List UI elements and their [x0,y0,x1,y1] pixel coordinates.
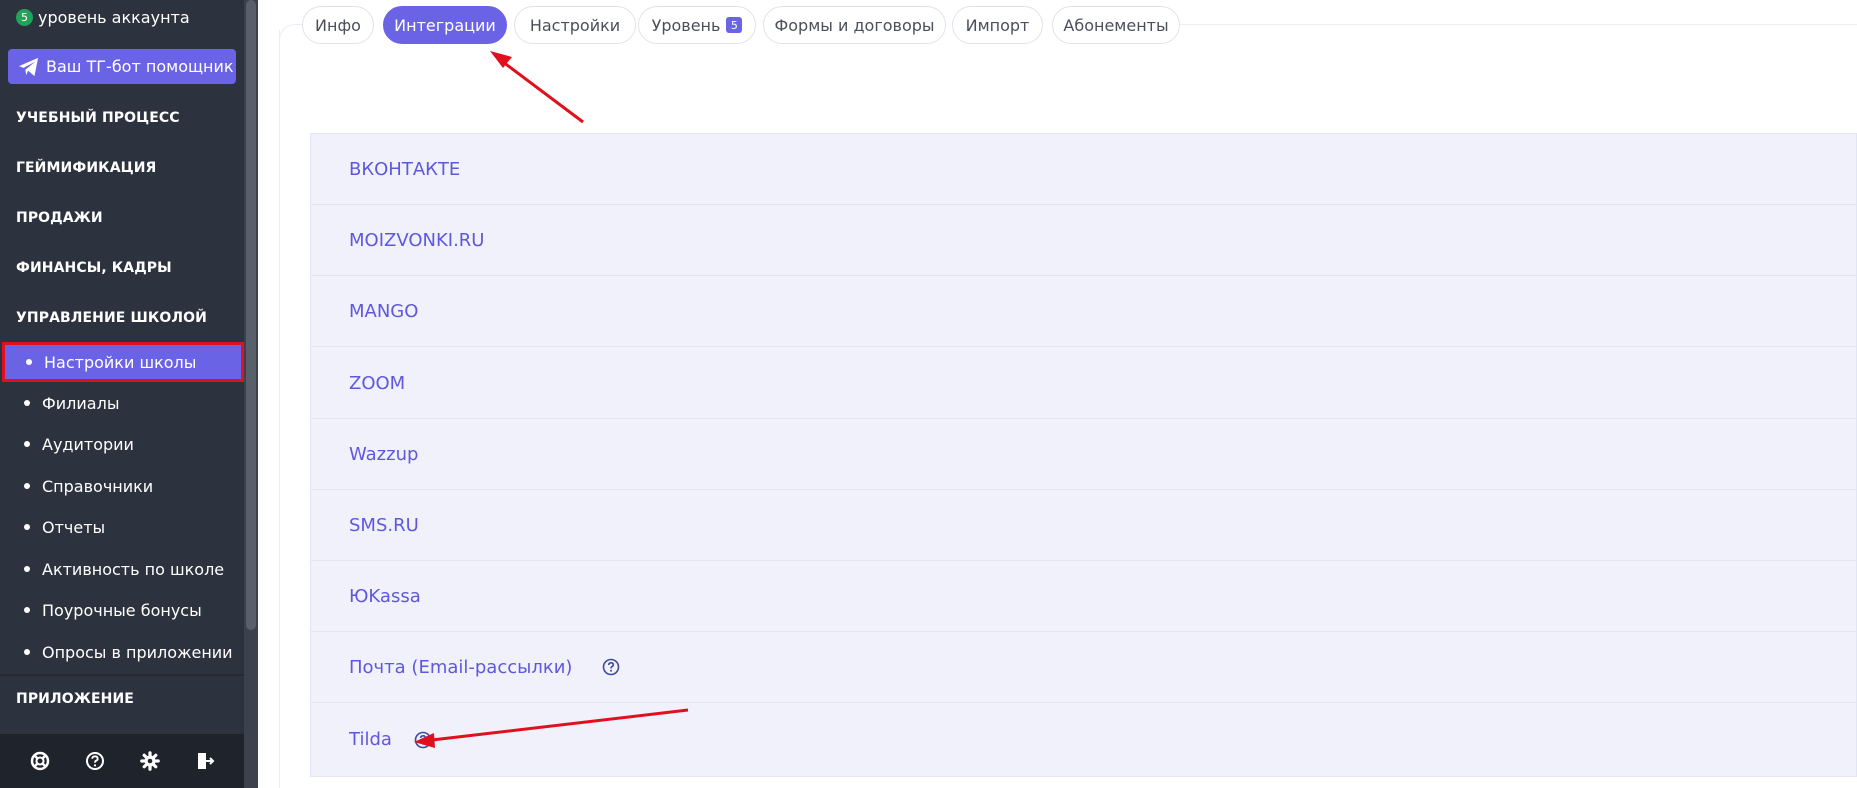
sidebar-item-label: Отчеты [42,517,106,537]
gear-icon[interactable] [139,750,161,772]
sidebar-item-classrooms[interactable]: Аудитории [0,425,244,463]
bullet [24,441,30,447]
integration-label: ЮKassa [349,585,421,607]
tabs-frame-line [1180,24,1857,25]
sidebar-item-lesson-bonuses[interactable]: Поурочные бонусы [0,591,244,629]
account-level-label: уровень аккаунта [38,7,190,27]
sidebar-section-app[interactable]: ПРИЛОЖЕНИЕ [16,691,134,707]
help-icon[interactable] [602,658,620,676]
tab-info[interactable]: Инфо [302,6,374,44]
content-frame-corner [279,24,304,49]
integration-email[interactable]: Почта (Email-рассылки) [311,632,1856,703]
integration-tilda[interactable]: Tilda [311,704,1856,775]
telegram-icon [19,57,39,76]
sidebar-item-label: Поурочные бонусы [42,600,202,620]
sidebar-section-gamification[interactable]: ГЕЙМИФИКАЦИЯ [16,160,156,176]
integration-moizvonki[interactable]: MOIZVONKI.RU [311,205,1856,276]
bullet [24,649,30,655]
support-icon[interactable] [29,750,51,772]
integration-label: MOIZVONKI.RU [349,229,485,251]
bullet [24,566,30,572]
integration-yukassa[interactable]: ЮKassa [311,561,1856,632]
integration-wazzup[interactable]: Wazzup [311,419,1856,490]
tab-subscriptions[interactable]: Абонементы [1052,6,1180,44]
tab-settings[interactable]: Настройки [514,6,636,44]
integration-zoom[interactable]: ZOOM [311,348,1856,419]
sidebar-item-reports[interactable]: Отчеты [0,508,244,546]
sidebar-item-school-settings[interactable]: Настройки школы [2,342,244,382]
sidebar-section-learning[interactable]: УЧЕБНЫЙ ПРОЦЕСС [16,110,180,126]
sidebar-item-label: Филиалы [42,393,120,413]
tab-import[interactable]: Импорт [952,6,1043,44]
sidebar-item-label: Настройки школы [44,352,197,372]
help-icon[interactable] [84,750,106,772]
tab-forms-contracts[interactable]: Формы и договоры [763,6,946,44]
tg-bot-button[interactable]: Ваш ТГ-бот помощник [8,49,236,84]
tab-integrations[interactable]: Интеграции [383,6,507,44]
sidebar-scrollbar-thumb[interactable] [246,0,256,630]
tg-bot-label: Ваш ТГ-бот помощник [46,57,234,76]
integration-mango[interactable]: MANGO [311,276,1856,347]
sidebar-section-finance[interactable]: ФИНАНСЫ, КАДРЫ [16,260,172,276]
content-frame-left [279,30,280,788]
bullet [24,483,30,489]
bullet [24,607,30,613]
sidebar-item-label: Активность по школе [42,559,225,579]
sidebar-item-school-activity[interactable]: Активность по школе [0,550,244,588]
sidebar-section-school-management[interactable]: УПРАВЛЕНИЕ ШКОЛОЙ [16,310,207,326]
sidebar-item-branches[interactable]: Филиалы [0,384,244,422]
integration-sms-ru[interactable]: SMS.RU [311,490,1856,561]
sidebar: 5 уровень аккаунта Ваш ТГ-бот помощник У… [0,0,258,788]
sidebar-item-directories[interactable]: Справочники [0,467,244,505]
sidebar-item-app-surveys[interactable]: Опросы в приложении [0,633,244,671]
integration-label: Wazzup [349,443,419,465]
sidebar-item-label: Опросы в приложении [42,642,233,662]
bullet [24,400,30,406]
bullet [24,524,30,530]
tab-level[interactable]: Уровень 5 [638,6,756,44]
sidebar-divider [0,674,244,676]
bullet [26,359,32,365]
sidebar-section-sales[interactable]: ПРОДАЖИ [16,210,103,226]
logout-icon[interactable] [194,750,216,772]
sidebar-bottom-bar [0,734,244,788]
integration-label: SMS.RU [349,514,419,536]
integration-label: ВКОНТАКТЕ [349,158,461,180]
arrow-to-integrations-tab [490,51,584,124]
account-level-badge: 5 [16,8,33,26]
tab-level-count-badge: 5 [726,17,743,33]
tab-level-label: Уровень [651,15,721,35]
integration-label: ZOOM [349,372,406,394]
sidebar-item-label: Аудитории [42,434,134,454]
sidebar-item-label: Справочники [42,476,154,496]
integration-label: Tilda [349,729,392,750]
help-icon[interactable] [414,731,432,749]
integrations-list: ВКОНТАКТЕ MOIZVONKI.RU MANGO ZOOM Wazzup… [310,133,1857,777]
account-level[interactable]: 5 уровень аккаунта [16,4,190,30]
integration-label: MANGO [349,300,419,322]
integration-vkontakte[interactable]: ВКОНТАКТЕ [311,134,1856,205]
integration-label: Почта (Email-рассылки) [349,656,573,678]
